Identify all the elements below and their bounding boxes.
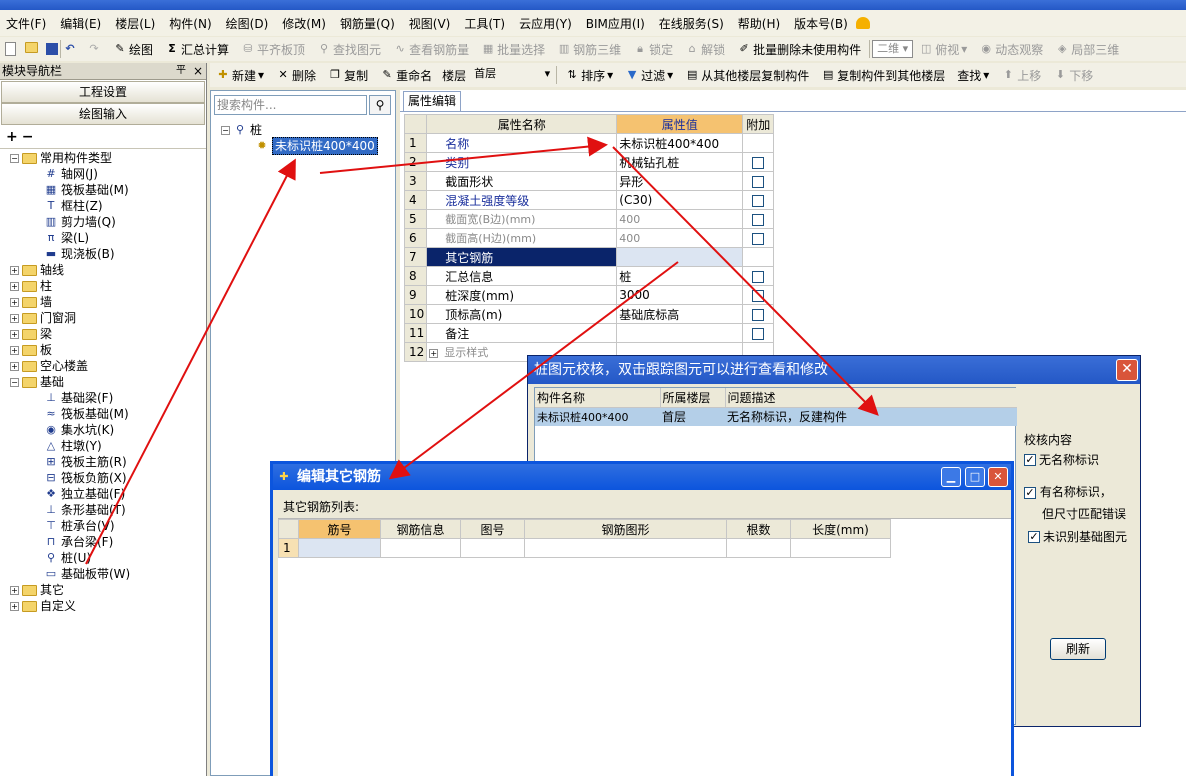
arrow-pile-to-component <box>85 158 296 565</box>
arrow-other-rebar-to-dialog <box>388 261 679 480</box>
annotation-arrows <box>85 136 879 565</box>
arrow-component-to-name <box>319 136 608 174</box>
